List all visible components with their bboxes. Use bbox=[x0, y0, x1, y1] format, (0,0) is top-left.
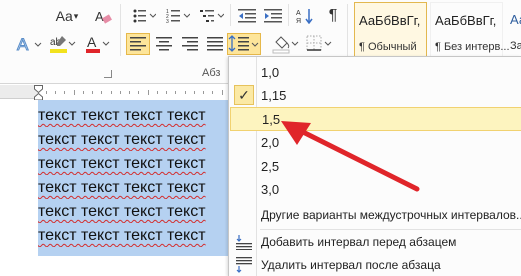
decrease-indent-icon bbox=[238, 9, 256, 23]
line-text: текст текст текст текст bbox=[38, 203, 206, 220]
multilevel-list-icon bbox=[200, 10, 224, 22]
svg-text:Я: Я bbox=[296, 18, 301, 24]
align-right-button[interactable] bbox=[178, 33, 202, 55]
menu-item-label: 1,15 bbox=[261, 87, 287, 103]
sort-icon: A Я bbox=[296, 9, 313, 24]
bullets-button[interactable] bbox=[130, 5, 158, 27]
decrease-indent-button[interactable] bbox=[236, 5, 258, 27]
ruler-ticks bbox=[46, 90, 223, 95]
add-space-before-icon bbox=[236, 235, 252, 250]
remove-space-after-icon bbox=[236, 257, 252, 273]
document-line[interactable]: текст текст текст текст bbox=[38, 224, 228, 247]
svg-text:A: A bbox=[296, 10, 301, 17]
line-spacing-icon bbox=[228, 35, 259, 52]
line-text: текст текст текст текст bbox=[38, 179, 206, 196]
shading-button[interactable] bbox=[270, 33, 302, 55]
paint-bucket-icon bbox=[272, 36, 299, 54]
style-sample-text: АаБбВ bbox=[510, 12, 521, 27]
bullet-list-icon bbox=[133, 9, 156, 23]
align-left-icon bbox=[130, 37, 146, 51]
annotation-arrow-icon bbox=[281, 121, 420, 192]
style-name-label: ¶ Обычный bbox=[359, 41, 417, 53]
text-effects-icon: A bbox=[17, 35, 42, 53]
justify-button[interactable] bbox=[204, 33, 226, 55]
align-left-button[interactable] bbox=[126, 33, 150, 55]
highlighter-icon: ab bbox=[50, 36, 76, 53]
pilcrow-icon: ¶ bbox=[328, 7, 338, 24]
align-center-button[interactable] bbox=[152, 33, 176, 55]
line-spacing-options-item[interactable]: Другие варианты междустрочных интервалов… bbox=[230, 203, 521, 227]
font-color-icon: A bbox=[86, 34, 110, 53]
borders-button[interactable] bbox=[304, 33, 336, 55]
menu-item-label: Другие варианты междустрочных интервалов… bbox=[261, 208, 521, 222]
align-justify-icon bbox=[207, 37, 223, 51]
style-name-label: Заг bbox=[510, 40, 521, 52]
style-sample-text: АаБбВвГг, bbox=[359, 13, 421, 28]
increase-indent-icon bbox=[264, 9, 282, 23]
sort-button[interactable]: A Я bbox=[294, 5, 316, 27]
align-center-icon bbox=[156, 37, 172, 51]
borders-icon bbox=[306, 35, 332, 51]
svg-text:A: A bbox=[95, 9, 104, 24]
multilevel-list-button[interactable] bbox=[198, 5, 226, 27]
font-dialog-launcher-icon[interactable] bbox=[104, 70, 112, 78]
line-spacing-button[interactable] bbox=[227, 33, 261, 55]
numbering-button[interactable]: 1 2 3 bbox=[164, 5, 192, 27]
line-spacing-option-1-15[interactable]: ✓ 1,15 bbox=[230, 83, 521, 107]
document-line[interactable]: текст текст текст текст bbox=[38, 152, 228, 175]
line-text: текст текст текст текст bbox=[38, 155, 206, 172]
svg-text:A: A bbox=[87, 34, 97, 50]
font-size-case-label: Aa bbox=[55, 8, 73, 24]
document-line[interactable]: текст текст текст текст bbox=[38, 128, 228, 151]
document-line[interactable]: текст текст текст текст bbox=[38, 104, 228, 127]
svg-text:3: 3 bbox=[166, 19, 169, 24]
clear-formatting-icon: A bbox=[95, 9, 112, 24]
checkmark-icon: ✓ bbox=[234, 85, 254, 105]
menu-item-label: 1,0 bbox=[261, 64, 280, 80]
svg-text:A: A bbox=[17, 35, 29, 53]
show-formatting-marks-button[interactable]: ¶ bbox=[322, 5, 344, 27]
chevron-down-icon: ▾ bbox=[73, 10, 79, 21]
ruler-text-area bbox=[38, 85, 230, 99]
style-sample-text: АаБбВвГг, bbox=[435, 13, 497, 28]
document-page[interactable]: текст текст текст текст текст текст текс… bbox=[0, 100, 228, 276]
font-size-case-button[interactable]: Aa ▾ bbox=[54, 5, 80, 27]
menu-item-label: Добавить интервал перед абзацем bbox=[261, 235, 457, 249]
numbered-list-icon: 1 2 3 bbox=[166, 9, 190, 24]
line-spacing-option-1-0[interactable]: 1,0 bbox=[230, 60, 521, 84]
paragraph-group-label: Абз bbox=[202, 67, 221, 79]
line-text: текст текст текст текст bbox=[38, 131, 206, 148]
text-effects-button[interactable]: A bbox=[14, 33, 46, 55]
remove-space-after-item[interactable]: Удалить интервал после абзаца bbox=[230, 253, 521, 276]
increase-indent-button[interactable] bbox=[262, 5, 284, 27]
line-text: текст текст текст текст bbox=[38, 107, 206, 124]
document-line[interactable]: текст текст текст текст bbox=[38, 176, 228, 199]
style-name-label: ¶ Без интерв... bbox=[435, 41, 510, 53]
line-text: текст текст текст текст bbox=[38, 227, 206, 244]
clear-formatting-button[interactable]: A bbox=[92, 5, 114, 27]
add-space-before-item[interactable]: Добавить интервал перед абзацем bbox=[230, 230, 521, 254]
highlight-color-button[interactable]: ab bbox=[48, 33, 80, 55]
font-color-button[interactable]: A bbox=[84, 33, 114, 55]
align-right-icon bbox=[182, 37, 198, 51]
menu-item-label: Удалить интервал после абзаца bbox=[261, 258, 441, 272]
document-line[interactable]: текст текст текст текст bbox=[38, 200, 228, 223]
